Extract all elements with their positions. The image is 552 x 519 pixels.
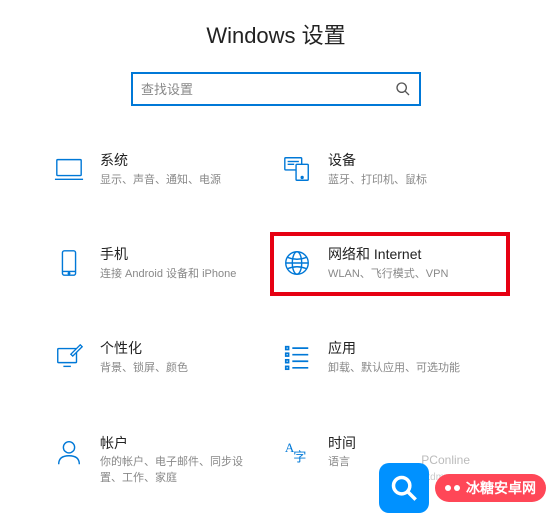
accounts-icon (52, 435, 86, 469)
tile-title: 帐户 (100, 435, 250, 452)
tile-network[interactable]: 网络和 Internet WLAN、飞行模式、VPN (276, 238, 504, 290)
tile-title: 网络和 Internet (328, 246, 448, 263)
tile-sub: 你的帐户、电子邮件、同步设置、工作、家庭 (100, 455, 250, 486)
settings-tiles: 系统 显示、声音、通知、电源 设备 蓝牙、打印机、鼠标 手机 连接 Androi… (0, 144, 552, 504)
tile-sub: 蓝牙、打印机、鼠标 (328, 173, 427, 188)
tile-personalization[interactable]: 个性化 背景、锁屏、颜色 (48, 332, 276, 384)
tile-title: 时间 (328, 435, 356, 452)
svg-text:字: 字 (293, 449, 306, 464)
tile-title: 应用 (328, 340, 460, 357)
tile-title: 手机 (100, 246, 236, 263)
tile-system[interactable]: 系统 显示、声音、通知、电源 (48, 144, 276, 196)
tile-title: 系统 (100, 152, 221, 169)
tile-sub: WLAN、飞行模式、VPN (328, 267, 448, 282)
tile-sub: 卸载、默认应用、可选功能 (328, 361, 460, 376)
phone-icon (52, 246, 86, 280)
tile-sub: 显示、声音、通知、电源 (100, 173, 221, 188)
tile-accounts[interactable]: 帐户 你的帐户、电子邮件、同步设置、工作、家庭 (48, 427, 276, 495)
search-container (0, 72, 552, 106)
search-icon[interactable] (395, 81, 411, 97)
watermark-text: 冰糖安卓网 (466, 478, 536, 498)
page-title: Windows 设置 (0, 0, 552, 72)
watermark: 冰糖安卓网 (379, 463, 546, 513)
tile-sub: 语言 (328, 455, 356, 470)
watermark-badge: 冰糖安卓网 (435, 474, 546, 502)
time-language-icon: A字 (280, 435, 314, 469)
watermark-search-icon (379, 463, 429, 513)
search-input[interactable] (141, 82, 395, 97)
tile-sub: 连接 Android 设备和 iPhone (100, 267, 236, 282)
personalization-icon (52, 340, 86, 374)
globe-icon (280, 246, 314, 280)
system-icon (52, 152, 86, 186)
tile-phone[interactable]: 手机 连接 Android 设备和 iPhone (48, 238, 276, 290)
search-box[interactable] (131, 72, 421, 106)
tile-apps[interactable]: 应用 卸载、默认应用、可选功能 (276, 332, 504, 384)
devices-icon (280, 152, 314, 186)
tile-title: 设备 (328, 152, 427, 169)
tile-sub: 背景、锁屏、颜色 (100, 361, 188, 376)
tile-devices[interactable]: 设备 蓝牙、打印机、鼠标 (276, 144, 504, 196)
tile-title: 个性化 (100, 340, 188, 357)
apps-icon (280, 340, 314, 374)
